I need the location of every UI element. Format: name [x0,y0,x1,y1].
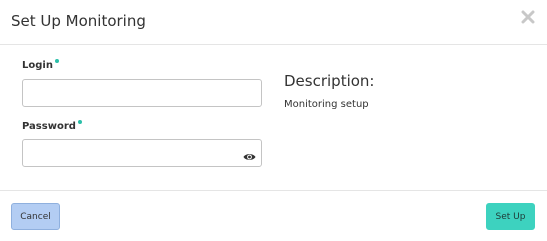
set-up-monitoring-dialog: Set Up Monitoring Login Password Descrip… [0,0,547,241]
description-text: Monitoring setup [284,99,369,110]
password-input[interactable] [22,139,262,167]
login-label: Login [22,59,59,71]
dialog-title: Set Up Monitoring [11,12,146,30]
close-icon[interactable] [521,10,535,24]
dialog-header: Set Up Monitoring [0,0,547,45]
required-indicator [77,120,82,124]
description-heading: Description: [284,72,375,90]
password-label: Password [22,120,82,132]
login-input[interactable] [22,79,262,107]
dialog-body: Login Password Description: Monitoring s… [0,45,547,190]
required-indicator [54,59,59,63]
set-up-button[interactable]: Set Up [486,203,535,230]
eye-icon[interactable] [243,147,256,160]
password-label-text: Password [22,121,76,132]
dialog-footer: Cancel Set Up [0,190,547,241]
login-label-text: Login [22,60,53,71]
cancel-button[interactable]: Cancel [11,203,60,230]
